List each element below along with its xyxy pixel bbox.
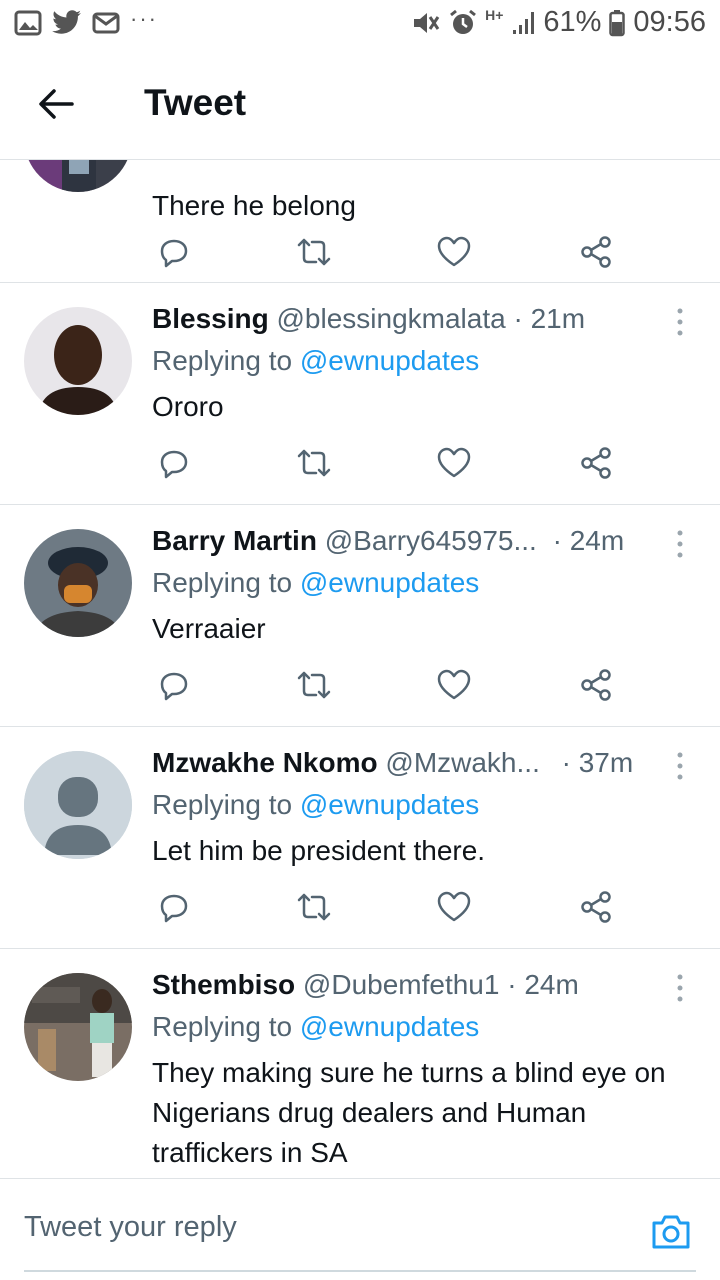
reply-feed[interactable]: There he belong Blessing @blessingkmalat… (0, 160, 720, 1178)
timestamp: · 37m (561, 747, 634, 778)
tweet-actions (156, 234, 626, 270)
reply-input[interactable]: Tweet your reply (24, 1211, 237, 1244)
avatar[interactable] (24, 751, 132, 859)
tweet-item[interactable]: Mzwakhe Nkomo @Mzwakh... · 37m Replying … (0, 727, 720, 949)
retweet-icon[interactable] (296, 234, 332, 270)
tweet-actions (156, 445, 626, 481)
share-icon[interactable] (578, 889, 614, 925)
like-icon[interactable] (436, 889, 472, 925)
timestamp: · 21m (513, 303, 586, 334)
tweet-actions (156, 889, 626, 925)
camera-icon[interactable] (650, 1211, 692, 1253)
mention-link[interactable]: @ewnupdates (300, 345, 479, 376)
tweet-meta: Blessing @blessingkmalata · 21m (152, 303, 585, 335)
author-name[interactable]: Barry Martin (152, 525, 317, 556)
retweet-icon[interactable] (296, 667, 332, 703)
avatar[interactable] (24, 307, 132, 415)
reply-icon[interactable] (156, 889, 192, 925)
gallery-icon (14, 10, 42, 36)
timestamp: · 24m (507, 969, 579, 1000)
replying-to: Replying to @ewnupdates (152, 789, 479, 821)
more-options-icon[interactable] (670, 307, 690, 339)
share-icon[interactable] (578, 445, 614, 481)
tweet-actions (156, 667, 626, 703)
status-left-icons: ··· (14, 6, 158, 36)
mention-link[interactable]: @ewnupdates (300, 789, 479, 820)
reply-input-underline (24, 1270, 696, 1272)
page-title: Tweet (144, 82, 247, 123)
avatar[interactable] (24, 160, 132, 192)
share-icon[interactable] (578, 234, 614, 270)
replying-to-label: Replying to (152, 789, 293, 820)
tweet-text: They making sure he turns a blind eye on… (152, 1057, 666, 1168)
tweet-item[interactable]: Sthembiso @Dubemfethu1 · 24m Replying to… (0, 949, 720, 1178)
battery-percent: 61% (543, 6, 602, 38)
author-name[interactable]: Blessing (152, 303, 269, 334)
replying-to: Replying to @ewnupdates (152, 345, 479, 377)
status-bar: ··· H+ 61% 09:56 (0, 0, 720, 50)
tweet-text: Ororo (152, 391, 224, 422)
reply-icon[interactable] (156, 667, 192, 703)
like-icon[interactable] (436, 667, 472, 703)
status-right-icons: H+ 61% 09:56 (411, 6, 706, 39)
tweet-text: Verraaier (152, 613, 266, 644)
like-icon[interactable] (436, 234, 472, 270)
share-icon[interactable] (578, 667, 614, 703)
author-name[interactable]: Mzwakhe Nkomo (152, 747, 378, 778)
avatar[interactable] (24, 529, 132, 637)
reply-composer[interactable]: Tweet your reply (0, 1178, 720, 1280)
tweet-meta: Barry Martin @Barry645975... · 24m (152, 525, 624, 557)
tweet-item[interactable]: Barry Martin @Barry645975... · 24m Reply… (0, 505, 720, 727)
retweet-icon[interactable] (296, 889, 332, 925)
clock: 09:56 (633, 6, 706, 38)
tweet-item[interactable]: Blessing @blessingkmalata · 21m Replying… (0, 283, 720, 505)
author-handle[interactable]: @Barry645975... (325, 525, 537, 556)
reply-icon[interactable] (156, 445, 192, 481)
author-name[interactable]: Sthembiso (152, 969, 295, 1000)
more-options-icon[interactable] (670, 529, 690, 561)
replying-to-label: Replying to (152, 567, 293, 598)
top-app-bar: Tweet (0, 50, 720, 160)
twitter-icon (52, 10, 81, 34)
arrow-left-icon[interactable] (36, 84, 76, 124)
tweet-meta: Sthembiso @Dubemfethu1 · 24m (152, 969, 579, 1001)
tweet-meta: Mzwakhe Nkomo @Mzwakh... · 37m (152, 747, 633, 779)
reply-icon[interactable] (156, 234, 192, 270)
author-handle[interactable]: @Mzwakh... (385, 747, 539, 778)
tweet-text: There he belong (152, 190, 356, 221)
replying-to: Replying to @ewnupdates (152, 1011, 479, 1043)
mention-link[interactable]: @ewnupdates (300, 1011, 479, 1042)
replying-to-label: Replying to (152, 1011, 293, 1042)
replying-to: Replying to @ewnupdates (152, 567, 479, 599)
replying-to-label: Replying to (152, 345, 293, 376)
battery-icon (609, 9, 626, 36)
tweet-text: Let him be president there. (152, 835, 486, 866)
network-type-label: H+ (485, 6, 504, 23)
mention-link[interactable]: @ewnupdates (300, 567, 479, 598)
signal-icon (513, 11, 535, 34)
retweet-icon[interactable] (296, 445, 332, 481)
tweet-item[interactable]: There he belong (0, 160, 720, 283)
more-dots-icon: ··· (130, 6, 158, 31)
alarm-icon (450, 9, 477, 34)
author-handle[interactable]: @blessingkmalata (276, 303, 505, 334)
author-handle[interactable]: @Dubemfethu1 (303, 969, 500, 1000)
mute-icon (414, 12, 440, 33)
mail-icon (92, 12, 120, 34)
more-options-icon[interactable] (670, 973, 690, 1005)
like-icon[interactable] (436, 445, 472, 481)
more-options-icon[interactable] (670, 751, 690, 783)
avatar[interactable] (24, 973, 132, 1081)
timestamp: · 24m (552, 525, 625, 556)
